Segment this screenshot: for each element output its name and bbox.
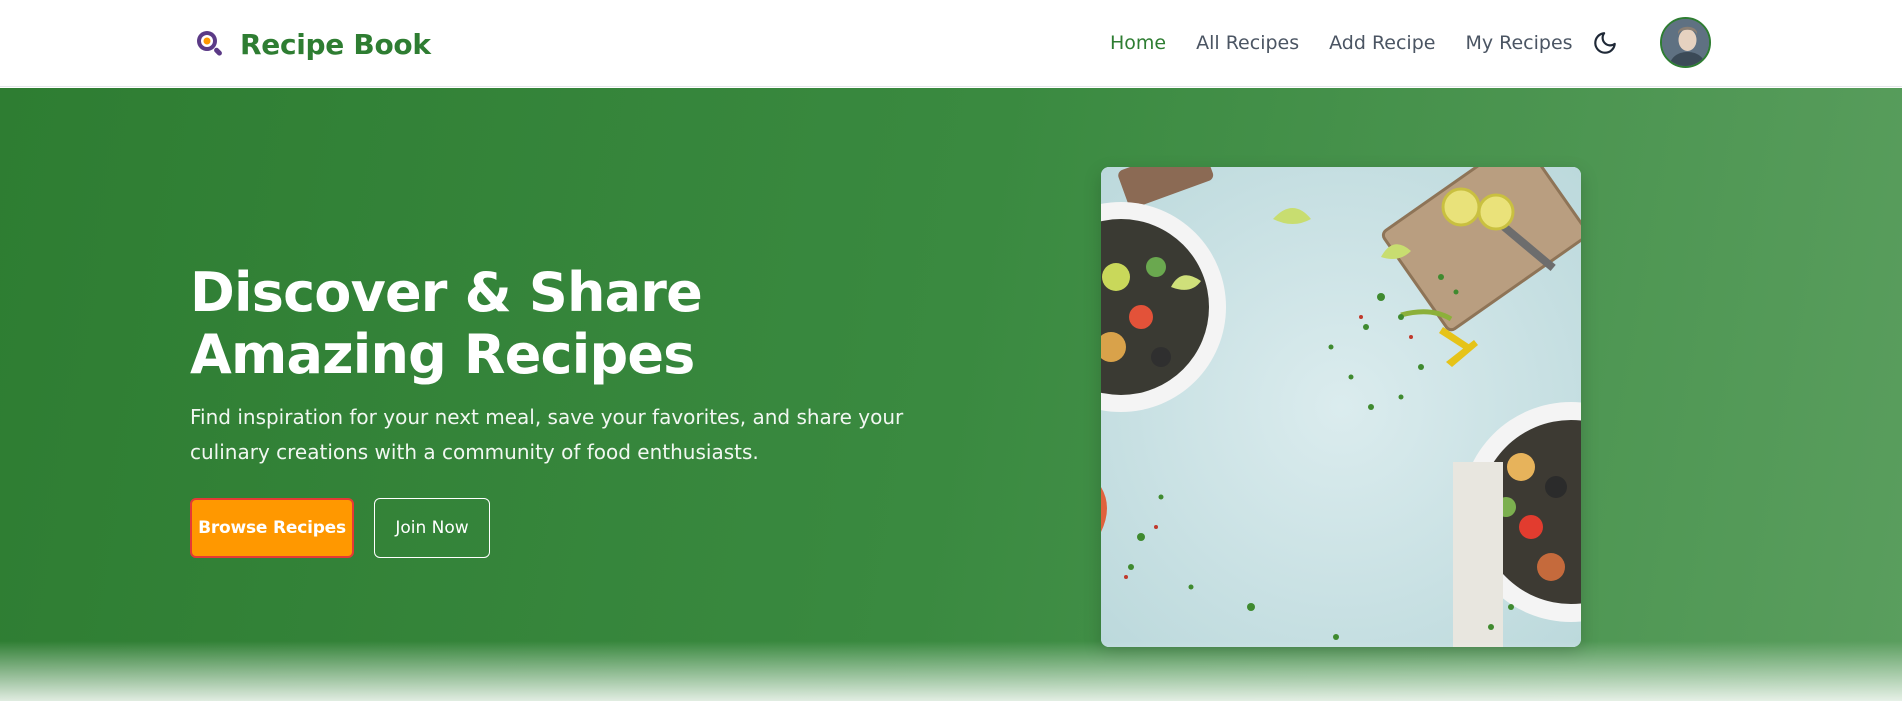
nav-link-add-recipe[interactable]: Add Recipe (1329, 32, 1435, 54)
nav-link-all-recipes[interactable]: All Recipes (1196, 32, 1299, 54)
magnifier-chef-icon (197, 31, 222, 56)
hero-title-line-1: Discover & Share (190, 261, 703, 324)
browse-recipes-button[interactable]: Browse Recipes (190, 498, 354, 558)
salad-plates-illustration (1101, 167, 1581, 647)
nav-link-home[interactable]: Home (1110, 32, 1166, 54)
user-avatar[interactable] (1660, 17, 1711, 68)
hero-subtitle-line-1: Find inspiration for your next meal, sav… (190, 405, 904, 429)
hero-title: Discover & Share Amazing Recipes (190, 262, 750, 386)
moon-icon[interactable] (1592, 30, 1618, 56)
hero-bottom-fade (0, 641, 1902, 701)
main-nav: Home All Recipes Add Recipe My Recipes (1110, 28, 1603, 58)
nav-link-my-recipes[interactable]: My Recipes (1465, 32, 1572, 54)
salad-plates-photo (1101, 167, 1581, 647)
join-now-button[interactable]: Join Now (374, 498, 490, 558)
hero-subtitle-line-2: culinary creations with a community of f… (190, 440, 759, 464)
hero-subtitle: Find inspiration for your next meal, sav… (190, 400, 930, 470)
hero-section: Discover & Share Amazing Recipes Find in… (0, 88, 1902, 701)
top-navbar: Recipe Book Home All Recipes Add Recipe … (0, 0, 1902, 87)
brand-name: Recipe Book (240, 27, 431, 61)
hero-title-line-2: Amazing Recipes (190, 323, 695, 386)
avatar-photo (1662, 19, 1709, 66)
brand-logo-link[interactable]: Recipe Book (194, 24, 431, 64)
